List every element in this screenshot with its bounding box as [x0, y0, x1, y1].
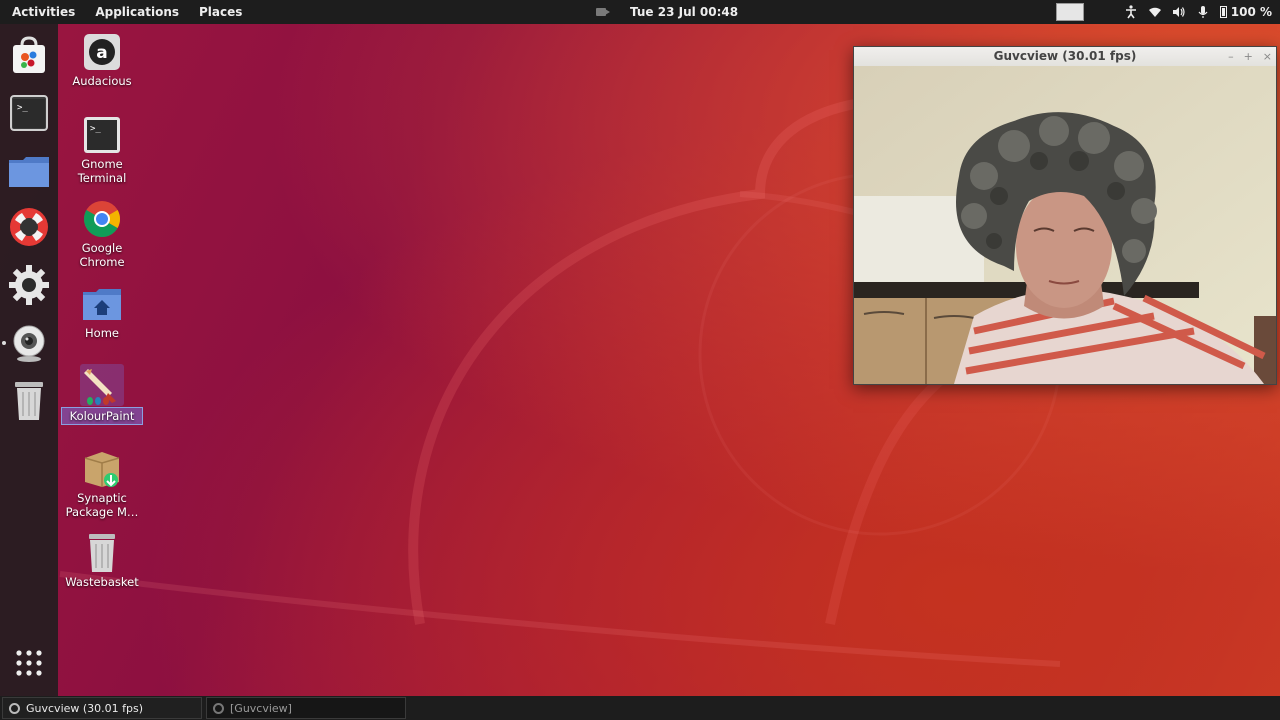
close-button[interactable]: × — [1263, 47, 1272, 66]
microphone-icon[interactable] — [1196, 5, 1210, 19]
top-bar: Activities Applications Places Tue 23 Ju… — [0, 0, 1280, 24]
desktop-icon-label: Google Chrome — [79, 241, 125, 269]
synaptic-icon — [82, 449, 122, 489]
desktop-icon-home[interactable]: Home — [62, 284, 142, 340]
taskbar-item-guvcview[interactable]: Guvcview (30.01 fps) — [2, 697, 202, 719]
settings-icon[interactable] — [8, 264, 50, 306]
taskbar-item-guvcview-controls[interactable]: [Guvcview] — [206, 697, 406, 719]
desktop-icon-label: Synaptic Package M… — [65, 491, 139, 519]
maximize-button[interactable]: + — [1244, 47, 1253, 66]
camera-in-use-icon — [596, 7, 610, 17]
taskbar-item-label: [Guvcview] — [230, 701, 292, 715]
desktop-icon-label: Audacious — [72, 74, 132, 88]
desktop-icon-google-chrome[interactable]: Google Chrome — [62, 199, 142, 269]
desktop-icon-label: Wastebasket — [65, 575, 139, 589]
guvcview-icon — [9, 702, 20, 714]
screen-recorder-icon[interactable] — [1055, 3, 1084, 21]
volume-icon[interactable] — [1172, 5, 1186, 19]
accessibility-icon[interactable] — [1124, 5, 1138, 19]
home-folder-icon — [82, 284, 122, 324]
guvcview-window[interactable]: Guvcview (30.01 fps) – + × — [853, 46, 1277, 385]
guvcview-icon — [213, 702, 224, 714]
places-menu[interactable]: Places — [189, 0, 252, 24]
taskbar: Guvcview (30.01 fps) [Guvcview] — [0, 696, 1280, 720]
activities-menu[interactable]: Activities — [0, 0, 85, 24]
window-title: Guvcview (30.01 fps) — [993, 49, 1137, 63]
chrome-icon — [82, 199, 122, 239]
software-store-icon[interactable] — [8, 34, 50, 76]
svg-text:>_: >_ — [17, 103, 28, 113]
battery-icon — [1219, 6, 1227, 18]
clock[interactable]: Tue 23 Jul 00:48 — [630, 5, 738, 19]
audacious-icon: a — [82, 32, 122, 72]
desktop-icon-kolourpaint[interactable]: KolourPaint — [61, 364, 143, 425]
desktop-icon-audacious[interactable]: a Audacious — [62, 32, 142, 88]
wifi-icon[interactable] — [1148, 5, 1162, 19]
window-titlebar[interactable]: Guvcview (30.01 fps) – + × — [854, 47, 1276, 66]
show-applications-icon[interactable] — [8, 642, 50, 684]
taskbar-item-label: Guvcview (30.01 fps) — [26, 701, 144, 715]
files-icon[interactable] — [8, 150, 50, 192]
battery-indicator[interactable]: 100 % — [1219, 5, 1272, 19]
webcam-icon[interactable] — [8, 322, 50, 364]
help-icon[interactable] — [8, 206, 50, 248]
desktop-icon-label: Home — [85, 326, 119, 340]
webcam-video-feed — [854, 66, 1276, 384]
system-tray[interactable]: 100 % — [1055, 0, 1272, 24]
trash-icon — [82, 533, 122, 573]
applications-menu[interactable]: Applications — [85, 0, 189, 24]
battery-percentage: 100 % — [1230, 5, 1272, 19]
svg-text:>_: >_ — [90, 124, 101, 134]
running-indicator — [2, 341, 6, 345]
terminal-icon[interactable]: >_ — [8, 92, 50, 134]
kolourpaint-icon — [80, 364, 124, 406]
desktop-icon-wastebasket[interactable]: Wastebasket — [62, 533, 142, 589]
desktop-icon-label: Gnome Terminal — [77, 157, 127, 185]
terminal-icon: >_ — [82, 115, 122, 155]
dock: >_ — [0, 24, 58, 696]
svg-text:a: a — [96, 43, 107, 63]
desktop-icon-label: KolourPaint — [61, 407, 143, 425]
minimize-button[interactable]: – — [1228, 47, 1234, 66]
desktop-icon-gnome-terminal[interactable]: >_ Gnome Terminal — [62, 115, 142, 185]
trash-icon[interactable] — [8, 380, 50, 422]
desktop-icon-synaptic[interactable]: Synaptic Package M… — [62, 449, 142, 519]
